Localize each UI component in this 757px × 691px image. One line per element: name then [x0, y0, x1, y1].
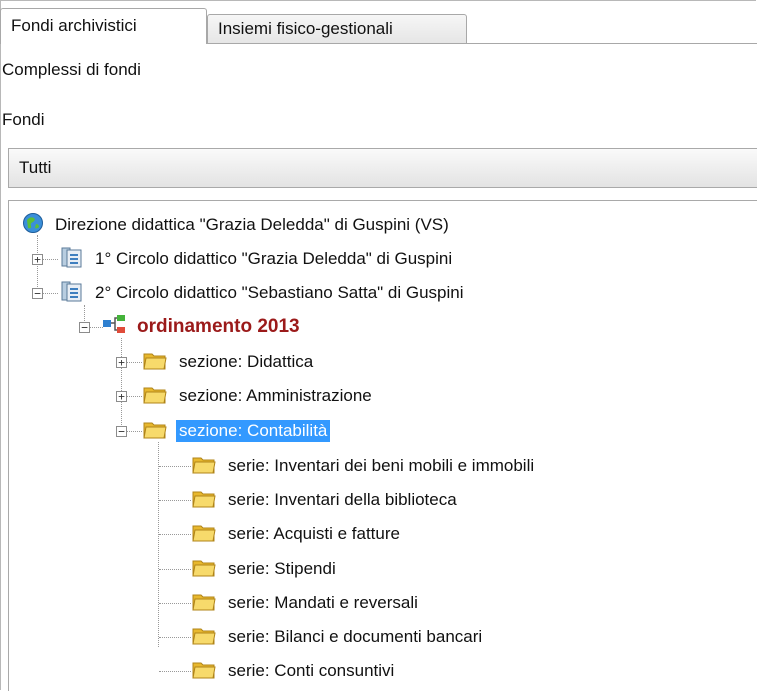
tree-line — [159, 500, 191, 501]
tree-line — [126, 396, 142, 397]
tab-divider — [207, 43, 757, 44]
tree-node-label: 1° Circolo didattico "Grazia Deledda" di… — [95, 249, 453, 268]
tree-node-sezione-contabilita[interactable]: sezione: Contabilità — [142, 416, 331, 446]
tree-node-serie[interactable]: serie: Inventari dei beni mobili e immob… — [191, 451, 537, 481]
expand-circolo1-button[interactable]: + — [32, 254, 43, 265]
tree-line — [159, 671, 191, 672]
tree-node-serie[interactable]: serie: Stipendi — [191, 554, 339, 584]
tree-node-serie[interactable]: serie: Conti consuntivi — [191, 656, 397, 686]
tree-node-label: sezione: Contabilità — [176, 420, 331, 442]
folder-icon — [142, 349, 168, 376]
folder-icon — [191, 521, 217, 548]
folder-icon — [191, 624, 217, 651]
tree-node-label: serie: Conti consuntivi — [228, 661, 395, 680]
collapse-contabilita-button[interactable]: − — [116, 426, 127, 437]
folder-icon — [142, 383, 168, 410]
tab-fondi-archivistici[interactable]: Fondi archivistici — [0, 8, 207, 44]
tree-node-label: serie: Bilanci e documenti bancari — [228, 627, 483, 646]
fondi-label[interactable]: Fondi — [2, 110, 45, 130]
tree-line — [159, 569, 191, 570]
tree-node-serie[interactable]: serie: Acquisti e fatture — [191, 519, 403, 549]
tree-node-label: serie: Inventari dei beni mobili e immob… — [228, 456, 535, 475]
collapse-circolo2-button[interactable]: − — [32, 288, 43, 299]
folder-icon — [142, 418, 168, 445]
tree-node-label: serie: Acquisti e fatture — [228, 524, 400, 543]
archive-fund-icon — [60, 279, 84, 308]
tree-node-label: sezione: Didattica — [179, 352, 314, 371]
expand-amministrazione-button[interactable]: + — [116, 391, 127, 402]
complessi-label[interactable]: Complessi di fondi — [2, 60, 141, 80]
tree-node-label: ordinamento 2013 — [137, 316, 300, 337]
tree-node-sezione-amministrazione[interactable]: sezione: Amministrazione — [142, 381, 375, 411]
folder-icon — [191, 453, 217, 480]
tree-line — [89, 327, 103, 328]
tree-node-label: Direzione didattica "Grazia Deledda" di … — [55, 215, 449, 234]
fondi-filter-dropdown[interactable]: Tutti — [8, 148, 757, 188]
tree-node-label: serie: Stipendi — [228, 559, 336, 578]
tree-node-serie[interactable]: serie: Inventari della biblioteca — [191, 485, 460, 515]
tree-line — [159, 466, 191, 467]
tree-node-root[interactable]: Direzione didattica "Grazia Deledda" di … — [22, 210, 452, 240]
folder-icon — [191, 556, 217, 583]
tree-node-circolo1[interactable]: 1° Circolo didattico "Grazia Deledda" di… — [60, 244, 455, 274]
tree-node-serie[interactable]: serie: Mandati e reversali — [191, 588, 421, 618]
tree-line — [126, 362, 142, 363]
archive-fund-icon — [60, 245, 84, 274]
tree-node-sezione-didattica[interactable]: sezione: Didattica — [142, 347, 316, 377]
tree-line — [159, 534, 191, 535]
folder-icon — [191, 487, 217, 514]
folder-icon — [191, 658, 217, 685]
hierarchy-icon — [102, 314, 126, 341]
folder-icon — [191, 590, 217, 617]
tree-node-label: 2° Circolo didattico "Sebastiano Satta" … — [95, 283, 464, 302]
tab-bar: Fondi archivistici Insiemi fisico-gestio… — [0, 0, 757, 44]
tree-node-label: sezione: Amministrazione — [179, 386, 372, 405]
tree-node-circolo2[interactable]: 2° Circolo didattico "Sebastiano Satta" … — [60, 278, 467, 308]
expand-didattica-button[interactable]: + — [116, 357, 127, 368]
globe-icon — [22, 212, 44, 239]
tree-line — [158, 442, 159, 647]
tree-node-serie[interactable]: serie: Bilanci e documenti bancari — [191, 622, 485, 652]
tree-line — [159, 603, 191, 604]
tree-node-label: serie: Inventari della biblioteca — [228, 490, 457, 509]
tree-line — [121, 338, 122, 431]
tree-node-ordinamento[interactable]: ordinamento 2013 — [102, 312, 303, 342]
tree-node-label: serie: Mandati e reversali — [228, 593, 418, 612]
tab-insiemi-fisico-gestionali[interactable]: Insiemi fisico-gestionali — [207, 14, 467, 44]
tree-line — [159, 637, 191, 638]
tree-line — [126, 431, 142, 432]
collapse-ordinamento-button[interactable]: − — [79, 322, 90, 333]
